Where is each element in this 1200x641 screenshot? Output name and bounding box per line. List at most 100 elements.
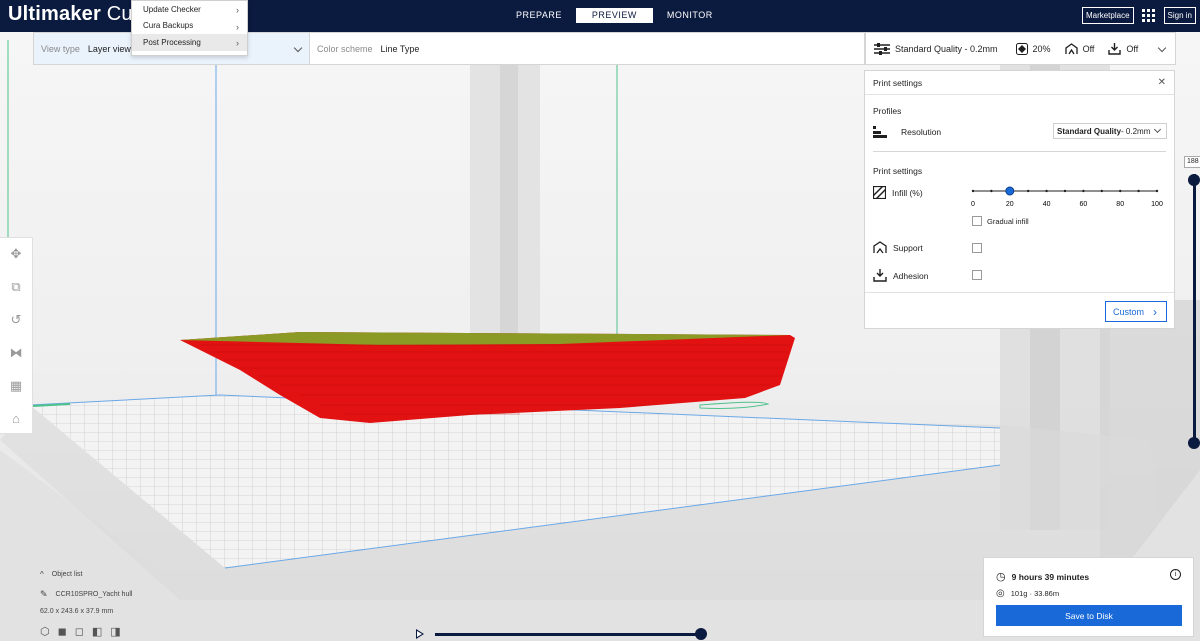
view-left-icon[interactable]: ◧: [92, 625, 102, 638]
infill-label: Infill (%): [892, 187, 923, 198]
object-info: ^ Object list ✎ CCR10SPRO_Yacht hull 62.…: [40, 570, 132, 638]
divider: [873, 151, 1166, 152]
resolution-label: Resolution: [901, 127, 942, 137]
infill-slider-step: [1027, 189, 1030, 193]
profile-summary-text: Standard Quality - 0.2mm: [895, 43, 998, 54]
infill-tick-label: 100: [1151, 201, 1163, 208]
chevron-right-icon: ›: [1153, 305, 1157, 319]
tab-monitor[interactable]: MONITOR: [653, 8, 727, 23]
infill-slider[interactable]: 0 20 40 60 80 100: [969, 183, 1169, 209]
resolution-dropdown[interactable]: Standard Quality - 0.2mm: [1053, 123, 1167, 139]
object-name-row: ✎ CCR10SPRO_Yacht hull: [40, 589, 133, 600]
mirror-tool-icon[interactable]: ⧓: [0, 336, 32, 369]
resolution-icon: [873, 126, 887, 138]
chevron-right-icon: ›: [236, 5, 239, 15]
object-list-toggle[interactable]: ^ Object list: [40, 570, 132, 579]
print-info-panel: ◷ 9 hours 39 minutes i ◎ 101g · 33.86m S…: [983, 557, 1194, 637]
marketplace-button[interactable]: Marketplace: [1081, 7, 1134, 24]
resolution-value-bold: Standard Quality: [1057, 126, 1122, 136]
info-icon[interactable]: i: [1170, 569, 1181, 580]
print-settings-panel: Print settings ✕ Profiles Resolution Pri…: [864, 70, 1175, 329]
adhesion-icon: [1108, 42, 1122, 55]
infill-tick-label: 80: [1116, 201, 1124, 208]
tab-prepare[interactable]: PREPARE: [502, 8, 576, 23]
stage-tabs: PREPARE PREVIEW MONITOR: [502, 8, 727, 23]
infill-summary-text: 20%: [1032, 43, 1051, 54]
chevron-down-icon[interactable]: [1157, 43, 1167, 53]
view-top-icon[interactable]: ◻: [75, 625, 84, 638]
infill-icon: [1015, 42, 1028, 55]
app-logo: Ultimaker Cura: [8, 3, 151, 25]
pencil-icon[interactable]: ✎: [40, 589, 48, 600]
close-icon[interactable]: ✕: [1158, 77, 1166, 88]
print-setup-bar[interactable]: Standard Quality - 0.2mm 20% Off Off: [865, 32, 1176, 65]
infill-summary[interactable]: 20%: [1015, 42, 1051, 55]
infill-slider-step: [1063, 189, 1067, 193]
custom-button[interactable]: Custom ›: [1105, 301, 1167, 322]
gradual-infill-row: Gradual infill: [972, 216, 1029, 226]
simulation-slider-track[interactable]: [435, 633, 701, 636]
panel-title: Print settings: [873, 77, 923, 88]
gradual-infill-checkbox[interactable]: [972, 216, 982, 226]
infill-row: Infill (%): [873, 186, 923, 199]
sign-in-button[interactable]: Sign in: [1163, 7, 1196, 24]
view-front-icon[interactable]: ◼: [58, 625, 67, 638]
color-scheme-label: Color scheme: [317, 43, 373, 54]
panel-header: Print settings ✕: [865, 71, 1174, 95]
print-time: 9 hours 39 minutes: [1011, 571, 1090, 582]
per-model-settings-icon[interactable]: ▦: [0, 369, 32, 402]
chevron-right-icon: ›: [236, 38, 239, 48]
move-tool-icon[interactable]: ✥: [0, 238, 32, 271]
view-type-value: Layer view: [87, 43, 131, 54]
support-summary-text: Off: [1082, 43, 1095, 54]
infill-tick-label: 20: [1006, 201, 1014, 208]
tab-preview[interactable]: PREVIEW: [575, 8, 653, 23]
infill-slider-step: [1119, 189, 1122, 193]
support-summary[interactable]: Off: [1064, 42, 1095, 55]
sliders-icon: [874, 42, 890, 55]
account-area: Marketplace Sign in: [1081, 7, 1196, 24]
chevron-up-icon: ^: [40, 570, 44, 579]
chevron-right-icon: ›: [236, 21, 239, 32]
infill-tick-label: 40: [1043, 201, 1051, 208]
adhesion-icon: [873, 269, 887, 282]
resolution-row: Resolution: [873, 126, 941, 138]
adhesion-row: Adhesion: [873, 269, 928, 282]
adhesion-summary[interactable]: Off: [1108, 42, 1139, 55]
layer-slider-track[interactable]: [1193, 174, 1196, 446]
support-row: Support: [873, 241, 923, 254]
layer-slider-bottom-handle[interactable]: [1188, 437, 1200, 449]
camera-views: ⬡ ◼ ◻ ◧ ◨: [40, 625, 132, 638]
support-blocker-icon[interactable]: ⌂: [0, 402, 32, 435]
simulation-slider-handle[interactable]: [695, 628, 707, 640]
color-scheme-dropdown[interactable]: Color scheme Line Type: [310, 33, 419, 64]
menu-item-cura-backups[interactable]: Cura Backups ›: [132, 18, 247, 35]
save-to-disk-button[interactable]: Save to Disk: [996, 605, 1182, 626]
apps-grid-icon[interactable]: [1141, 8, 1156, 23]
support-checkbox[interactable]: [972, 243, 982, 253]
left-toolbar: ✥ ⧉ ↺ ⧓ ▦ ⌂: [0, 237, 33, 434]
settings-section-title: Print settings: [873, 166, 923, 176]
adhesion-summary-text: Off: [1126, 43, 1139, 54]
infill-icon: [873, 186, 886, 199]
material-row: ◎ 101g · 33.86m: [996, 588, 1059, 599]
infill-slider-handle: [1005, 186, 1015, 196]
play-icon[interactable]: [416, 629, 424, 639]
scale-tool-icon[interactable]: ⧉: [0, 271, 32, 304]
view-type-label: View type: [41, 43, 80, 54]
rotate-tool-icon[interactable]: ↺: [0, 304, 32, 337]
infill-slider-step: [1155, 189, 1159, 193]
view-3d-icon[interactable]: ⬡: [40, 625, 50, 638]
chevron-down-icon: [1153, 125, 1162, 134]
infill-tick-label: 0: [971, 201, 975, 208]
infill-slider-step: [971, 189, 975, 193]
divider: [865, 292, 1174, 293]
menu-item-update-checker[interactable]: Update Checker ›: [132, 1, 247, 18]
view-right-icon[interactable]: ◨: [110, 625, 120, 638]
infill-slider-step: [990, 189, 993, 193]
current-layer-label[interactable]: 188: [1184, 156, 1200, 168]
profile-summary[interactable]: Standard Quality - 0.2mm: [874, 42, 998, 55]
adhesion-checkbox[interactable]: [972, 270, 982, 280]
layer-slider-top-handle[interactable]: [1188, 174, 1200, 186]
menu-item-post-processing[interactable]: Post Processing ›: [132, 34, 247, 51]
